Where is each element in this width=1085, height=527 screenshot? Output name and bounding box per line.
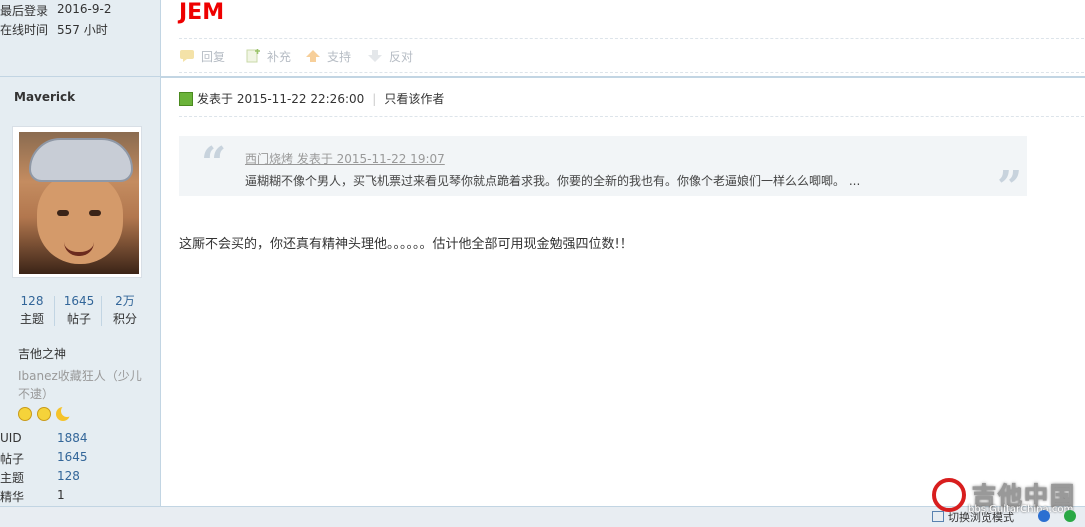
stat-points[interactable]: 2万 积分 bbox=[101, 292, 149, 328]
switch-view-mode-link[interactable]: 切换浏览模式 bbox=[932, 509, 1014, 525]
info-label: 主题 bbox=[0, 471, 25, 485]
info-value: 1 bbox=[57, 488, 65, 502]
author-only-link[interactable]: 只看该作者 bbox=[384, 92, 444, 106]
avatar[interactable] bbox=[19, 132, 139, 274]
author-sidebar: 最后登录 2016-9-2 在线时间 557 小时 Maverick 128 主… bbox=[0, 0, 161, 526]
moon-icon bbox=[55, 405, 73, 421]
user-rank: 吉他之神 bbox=[18, 347, 67, 361]
sun-icon bbox=[36, 407, 51, 421]
post-meta: 发表于 2015-11-22 22:26:00 | 只看该作者 bbox=[179, 90, 444, 107]
stat-divider bbox=[101, 296, 102, 326]
info-row-uid: UID 1884 bbox=[0, 431, 88, 445]
stat-posts-count[interactable]: 1645 bbox=[55, 292, 103, 310]
open-quote-icon: “ bbox=[201, 138, 227, 189]
bottom-bar bbox=[0, 506, 1085, 527]
previous-post-content: JEM bbox=[179, 0, 225, 25]
custom-title: Ibanez收藏狂人（少儿不逮） bbox=[18, 369, 142, 401]
stat-points-count[interactable]: 2万 bbox=[101, 292, 149, 310]
dashed-divider bbox=[179, 38, 1084, 39]
info-label: 精华 bbox=[0, 490, 25, 504]
status-icons bbox=[1028, 510, 1076, 525]
meta-pipe: | bbox=[372, 92, 377, 106]
info-row-digest: 精华 1 bbox=[0, 488, 65, 505]
post-area: JEM 回复 补充 支持 反对 发表于 2015-11-22 22:26:00 |… bbox=[161, 0, 1085, 526]
dashed-divider bbox=[179, 72, 1084, 73]
post-content: 这厮不会买的，你还真有精神头理他。。。。。。估计他全部可用现金勉强四位数!！ bbox=[179, 237, 633, 252]
guitar-logo-icon bbox=[932, 478, 966, 512]
post-separator bbox=[161, 76, 1085, 78]
post-date: 发表于 2015-11-22 22:26:00 bbox=[197, 92, 365, 106]
stat-threads-count[interactable]: 128 bbox=[8, 292, 56, 310]
stat-posts[interactable]: 1645 帖子 bbox=[55, 292, 103, 328]
oppose-button[interactable]: 反对 bbox=[367, 48, 413, 65]
stat-threads[interactable]: 128 主题 bbox=[8, 292, 56, 328]
reply-label: 回复 bbox=[201, 50, 226, 64]
info-label: 帖子 bbox=[0, 452, 25, 466]
avatar-eye bbox=[57, 210, 69, 216]
info-value[interactable]: 1645 bbox=[57, 450, 88, 464]
avatar-frame[interactable] bbox=[12, 126, 142, 278]
info-value[interactable]: 1884 bbox=[57, 431, 88, 445]
thumb-down-icon bbox=[367, 49, 383, 63]
switch-view-mode-label: 切换浏览模式 bbox=[948, 511, 1014, 524]
online-time-row: 在线时间 557 小时 bbox=[0, 21, 108, 38]
stat-points-label: 积分 bbox=[112, 312, 137, 326]
window-icon bbox=[932, 511, 944, 522]
online-time-value: 557 小时 bbox=[57, 23, 108, 37]
last-login-value: 2016-9-2 bbox=[57, 2, 112, 16]
security-icon[interactable] bbox=[1063, 510, 1076, 522]
oppose-label: 反对 bbox=[389, 50, 414, 64]
level-icons bbox=[18, 405, 73, 424]
stat-posts-label: 帖子 bbox=[66, 312, 91, 326]
info-row-threads: 主题 128 bbox=[0, 469, 80, 486]
close-quote-icon: ” bbox=[997, 162, 1023, 213]
last-login-label: 最后登录 bbox=[0, 4, 49, 18]
stat-divider bbox=[54, 296, 55, 326]
info-label: UID bbox=[0, 431, 22, 445]
supplement-icon bbox=[245, 49, 261, 63]
quote-block: “ 西门烧烤 发表于 2015-11-22 19:07 逼糊糊不像个男人，买飞机… bbox=[179, 136, 1027, 213]
support-label: 支持 bbox=[327, 50, 352, 64]
online-status-icon bbox=[179, 92, 193, 106]
online-time-label: 在线时间 bbox=[0, 23, 49, 37]
author-username[interactable]: Maverick bbox=[14, 90, 75, 104]
thumb-up-icon bbox=[305, 49, 321, 63]
reply-button[interactable]: 回复 bbox=[179, 48, 225, 65]
avatar-eye bbox=[89, 210, 101, 216]
sun-icon bbox=[18, 407, 32, 421]
last-login-row: 最后登录 2016-9-2 bbox=[0, 2, 111, 19]
supplement-button[interactable]: 补充 bbox=[245, 48, 291, 65]
quote-text: 逼糊糊不像个男人，买飞机票过来看见琴你就点跪着求我。你要的全新的我也有。你像个老… bbox=[245, 174, 861, 188]
supplement-label: 补充 bbox=[267, 50, 292, 64]
reply-icon bbox=[179, 49, 195, 63]
quote-source-link[interactable]: 西门烧烤 发表于 2015-11-22 19:07 bbox=[245, 150, 445, 167]
avatar-helmet bbox=[29, 138, 133, 182]
support-button[interactable]: 支持 bbox=[305, 48, 351, 65]
ie-icon[interactable] bbox=[1038, 510, 1050, 522]
info-row-posts: 帖子 1645 bbox=[0, 450, 88, 467]
sidebar-divider bbox=[0, 76, 160, 77]
dashed-divider bbox=[179, 116, 1084, 117]
info-value[interactable]: 128 bbox=[57, 469, 80, 483]
stat-threads-label: 主题 bbox=[19, 312, 44, 326]
